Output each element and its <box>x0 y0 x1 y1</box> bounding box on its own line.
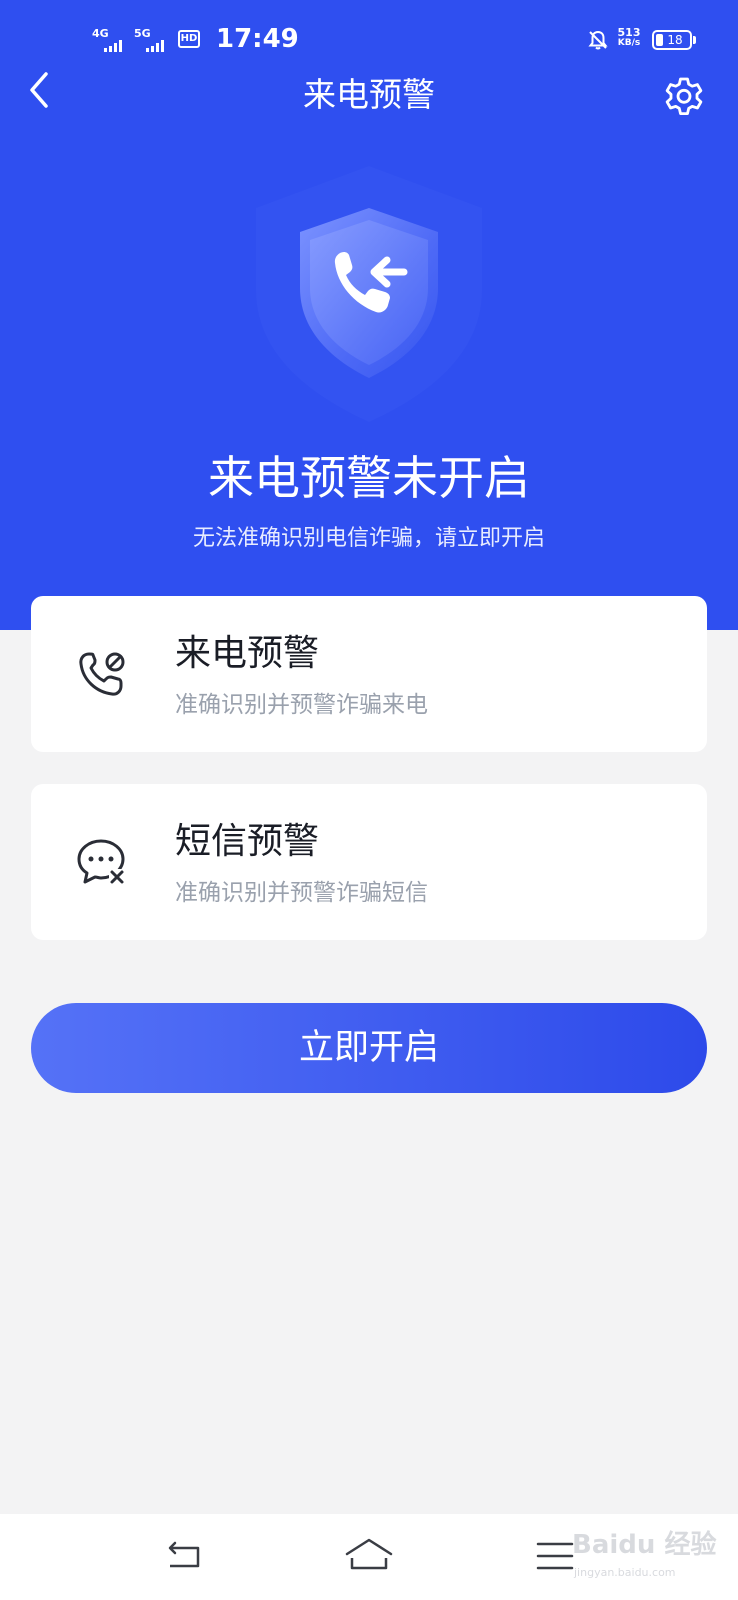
battery-percent: 18 <box>667 33 683 47</box>
page-title: 来电预警 <box>303 75 435 114</box>
signal-icon <box>146 40 164 52</box>
card-description: 准确识别并预警诈骗来电 <box>175 692 428 718</box>
battery-tip <box>693 36 696 44</box>
settings-button[interactable] <box>660 72 708 120</box>
card-title: 来电预警 <box>175 633 320 674</box>
back-arrow-icon <box>168 1541 200 1568</box>
status-subtitle: 无法准确识别电信诈骗，请立即开启 <box>192 526 545 551</box>
mute-bell-icon <box>588 30 608 50</box>
nav-back-button[interactable] <box>154 1534 214 1580</box>
signal-icon <box>104 40 122 52</box>
status-bar: 4G 5G HD 17:49 513 KB/s 18 <box>0 18 738 58</box>
network-5g-label: 5G <box>134 27 151 40</box>
network-speed: 513 KB/s <box>614 27 644 49</box>
gear-icon <box>665 77 703 115</box>
speed-value: 513 <box>617 26 641 39</box>
enable-now-button[interactable]: 立即开启 <box>31 1003 707 1093</box>
phone-block-icon <box>79 652 125 696</box>
status-time: 17:49 <box>216 24 299 54</box>
baidu-watermark: Baidu 经验 jingyan.baidu.com <box>560 1526 730 1586</box>
watermark-sub: jingyan.baidu.com <box>574 1566 676 1579</box>
nav-home-button[interactable] <box>339 1534 399 1580</box>
watermark-text: Baidu 经验 <box>572 1530 717 1560</box>
message-block-icon <box>77 839 125 885</box>
network-4g-label: 4G <box>92 27 109 40</box>
call-warning-card[interactable]: 来电预警 准确识别并预警诈骗来电 <box>31 596 707 752</box>
card-description: 准确识别并预警诈骗短信 <box>175 880 428 906</box>
speed-unit: KB/s <box>617 38 641 48</box>
card-title: 短信预警 <box>175 821 320 862</box>
battery-icon: 18 <box>652 30 692 50</box>
status-title: 来电预警未开启 <box>208 451 530 505</box>
hd-voice-icon: HD <box>178 30 200 48</box>
home-icon <box>345 1538 393 1570</box>
shield-phone-icon <box>240 160 498 430</box>
sms-warning-card[interactable]: 短信预警 准确识别并预警诈骗短信 <box>31 784 707 940</box>
